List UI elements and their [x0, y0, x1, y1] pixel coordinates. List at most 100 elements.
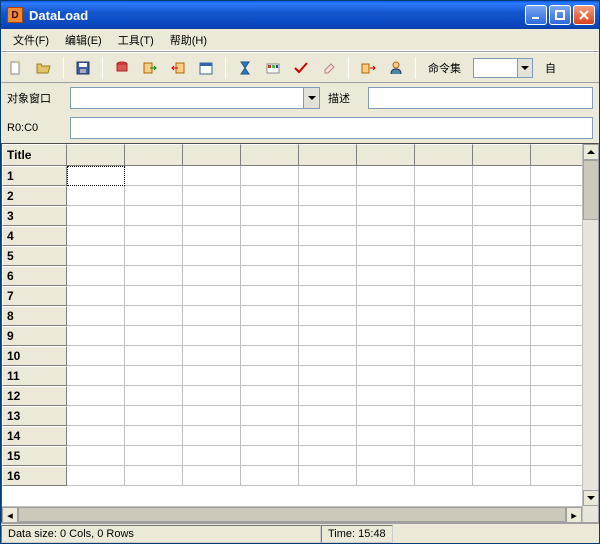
row-header[interactable]: 3 [2, 206, 67, 226]
grid-cell[interactable] [531, 326, 589, 346]
row-header[interactable]: 11 [2, 366, 67, 386]
grid-cell[interactable] [473, 446, 531, 466]
grid-cell[interactable] [531, 386, 589, 406]
grid-cell[interactable] [531, 246, 589, 266]
grid-cell[interactable] [125, 186, 183, 206]
grid-cell[interactable] [241, 286, 299, 306]
import-icon[interactable] [169, 59, 187, 77]
grid-cell[interactable] [241, 166, 299, 186]
grid-cell[interactable] [299, 266, 357, 286]
grid-cell[interactable] [357, 366, 415, 386]
grid-cell[interactable] [357, 386, 415, 406]
grid-cell[interactable] [357, 306, 415, 326]
maximize-button[interactable] [549, 5, 571, 25]
grid-cell[interactable] [183, 386, 241, 406]
grid-cell[interactable] [299, 386, 357, 406]
minimize-button[interactable] [525, 5, 547, 25]
grid-cell[interactable] [357, 246, 415, 266]
target-window-combo[interactable] [70, 87, 320, 109]
grid-cell[interactable] [183, 246, 241, 266]
row-header[interactable]: 7 [2, 286, 67, 306]
grid-cell[interactable] [183, 266, 241, 286]
grid-cell[interactable] [415, 266, 473, 286]
grid-cell[interactable] [67, 446, 125, 466]
grid-cell[interactable] [67, 286, 125, 306]
timer-icon[interactable] [236, 59, 254, 77]
grid-cell[interactable] [183, 466, 241, 486]
row-header[interactable]: 16 [2, 466, 67, 486]
grid-cell[interactable] [299, 326, 357, 346]
grid-cell[interactable] [125, 386, 183, 406]
col-header[interactable] [299, 144, 357, 166]
grid-cell[interactable] [473, 426, 531, 446]
grid-cell[interactable] [125, 306, 183, 326]
grid-cell[interactable] [473, 206, 531, 226]
col-header[interactable] [531, 144, 589, 166]
grid-cell[interactable] [415, 206, 473, 226]
grid-cell[interactable] [415, 326, 473, 346]
grid-cell[interactable] [67, 406, 125, 426]
grid-cell[interactable] [125, 286, 183, 306]
row-header[interactable]: 9 [2, 326, 67, 346]
grid-cell[interactable] [357, 226, 415, 246]
row-header[interactable]: 15 [2, 446, 67, 466]
grid-cell[interactable] [415, 466, 473, 486]
grid-cell[interactable] [125, 166, 183, 186]
hscroll-thumb[interactable] [18, 507, 566, 522]
grid-cell[interactable] [67, 206, 125, 226]
grid-cell[interactable] [299, 446, 357, 466]
grid-cell[interactable] [415, 306, 473, 326]
grid-cell[interactable] [125, 346, 183, 366]
horizontal-scrollbar[interactable]: ◂ ▸ [2, 506, 598, 522]
row-header[interactable]: 6 [2, 266, 67, 286]
save-icon[interactable] [74, 59, 92, 77]
grid-cell[interactable] [125, 326, 183, 346]
db-connect-icon[interactable] [113, 59, 131, 77]
grid-cell[interactable] [357, 166, 415, 186]
grid-cell[interactable] [67, 386, 125, 406]
grid-cell[interactable] [415, 426, 473, 446]
grid-cell[interactable] [531, 166, 589, 186]
grid-cell[interactable] [67, 226, 125, 246]
grid-cell[interactable] [473, 386, 531, 406]
grid-cell[interactable] [473, 306, 531, 326]
grid-cell[interactable] [299, 466, 357, 486]
grid-cell[interactable] [531, 286, 589, 306]
grid-cell[interactable] [531, 426, 589, 446]
grid-cell[interactable] [473, 346, 531, 366]
col-header[interactable] [357, 144, 415, 166]
grid-cell[interactable] [125, 406, 183, 426]
grid-cell[interactable] [299, 286, 357, 306]
row-header[interactable]: 2 [2, 186, 67, 206]
grid-cell[interactable] [183, 446, 241, 466]
grid-cell[interactable] [357, 186, 415, 206]
menu-edit[interactable]: 编辑(E) [57, 30, 110, 50]
grid-cell[interactable] [473, 246, 531, 266]
grid-cell[interactable] [531, 186, 589, 206]
col-header[interactable] [67, 144, 125, 166]
grid-cell[interactable] [299, 426, 357, 446]
grid-cell[interactable] [473, 366, 531, 386]
grid-cell[interactable] [67, 326, 125, 346]
grid-cell[interactable] [241, 366, 299, 386]
close-button[interactable] [573, 5, 595, 25]
col-header[interactable] [241, 144, 299, 166]
grid-cell[interactable] [67, 346, 125, 366]
grid-cell[interactable] [241, 406, 299, 426]
row-header[interactable]: 10 [2, 346, 67, 366]
grid-cell[interactable] [183, 166, 241, 186]
grid-cell[interactable] [125, 426, 183, 446]
grid-cell[interactable] [241, 206, 299, 226]
row-header[interactable]: 5 [2, 246, 67, 266]
grid-cell[interactable] [299, 366, 357, 386]
grid-cell[interactable] [357, 326, 415, 346]
palette-icon[interactable] [264, 59, 282, 77]
grid-cell[interactable] [241, 246, 299, 266]
grid-cell[interactable] [67, 246, 125, 266]
grid-cell[interactable] [241, 186, 299, 206]
grid-cell[interactable] [67, 166, 125, 186]
vertical-scrollbar[interactable] [582, 144, 598, 522]
grid-cell[interactable] [183, 226, 241, 246]
grid-cell[interactable] [125, 466, 183, 486]
grid-cell[interactable] [531, 266, 589, 286]
